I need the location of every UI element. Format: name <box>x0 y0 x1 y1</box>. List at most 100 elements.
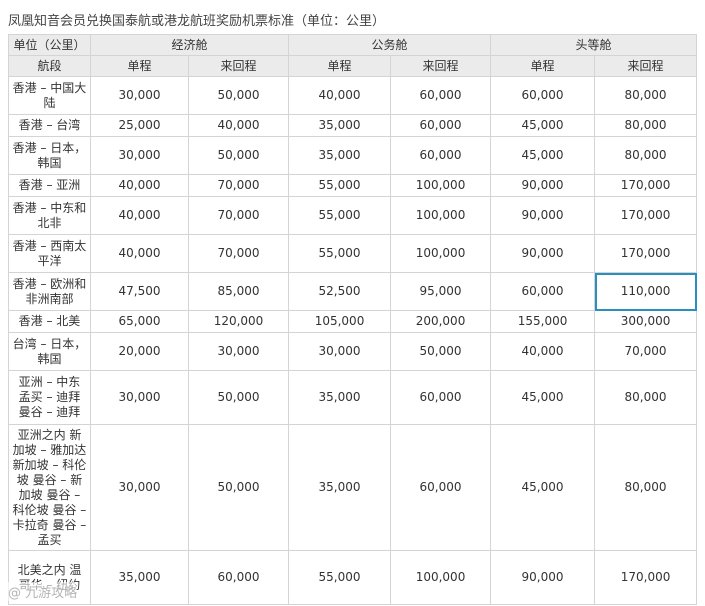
table-row: 香港 – 北美 65,000 120,000 105,000 200,000 155,00… <box>8 310 698 333</box>
miles-cell: 40,000 <box>90 196 189 235</box>
miles-cell: 40,000 <box>90 234 189 273</box>
route-cell: 香港 – 日本，韩国 <box>8 136 91 175</box>
table-row: 香港 – 亚洲 40,000 70,000 55,000 100,000 90,000 17… <box>8 174 698 197</box>
miles-cell: 35,000 <box>288 136 392 175</box>
miles-cell: 90,000 <box>490 196 596 235</box>
route-cell: 亚洲之内 新加坡 – 雅加达 新加坡 – 科伦坡 曼谷 – 新加坡 曼谷 – 科… <box>8 424 91 551</box>
miles-cell: 55,000 <box>288 550 392 605</box>
miles-cell: 80,000 <box>594 370 698 425</box>
miles-cell: 100,000 <box>390 234 492 273</box>
miles-cell: 80,000 <box>594 76 698 115</box>
subheader-row: 航段 单程 来回程 单程 来回程 单程 来回程 <box>8 55 698 77</box>
miles-cell: 170,000 <box>594 196 698 235</box>
miles-cell: 50,000 <box>187 370 290 425</box>
table-row: 北美之内 温哥华 – 纽约35,00060,00055,000100,00090… <box>8 550 698 605</box>
miles-cell: 60,000 <box>490 272 596 311</box>
miles-cell: 90,000 <box>490 550 596 605</box>
miles-cell: 90,000 <box>490 174 596 197</box>
miles-cell: 170,000 <box>594 234 698 273</box>
economy-oneway-header: 单程 <box>90 55 189 77</box>
miles-cell: 95,000 <box>390 272 492 311</box>
miles-cell: 30,000 <box>90 370 189 425</box>
header-row: 单位（公里） 经济舱 公务舱 头等舱 <box>8 34 698 56</box>
miles-cell: 155,000 <box>490 310 596 333</box>
table-row: 香港 – 欧洲和非洲南部 47,500 85,000 52,500 95,000 60,0… <box>8 272 698 311</box>
miles-cell: 45,000 <box>490 370 596 425</box>
route-cell: 香港 – 亚洲 <box>8 174 91 197</box>
watermark: @ 九游攻略 <box>8 582 78 601</box>
route-cell: 香港 – 欧洲和非洲南部 <box>8 272 91 311</box>
miles-cell: 25,000 <box>90 114 189 137</box>
route-cell: 香港 – 北美 <box>8 310 91 333</box>
table-row: 亚洲 – 中东 孟买 – 迪拜 曼谷 – 迪拜 30,000 50,000 35,00… <box>8 370 698 425</box>
miles-cell: 52,500 <box>288 272 392 311</box>
miles-cell: 35,000 <box>288 370 392 425</box>
miles-cell: 170,000 <box>594 174 698 197</box>
miles-cell: 80,000 <box>594 424 698 551</box>
table-caption: 凤凰知音会员兑换国泰航或港龙航班奖励机票标准（单位：公里） <box>8 14 386 29</box>
economy-roundtrip-header: 来回程 <box>187 55 290 77</box>
miles-cell: 30,000 <box>90 424 189 551</box>
miles-cell: 50,000 <box>187 76 290 115</box>
miles-cell: 100,000 <box>390 550 492 605</box>
business-roundtrip-header: 来回程 <box>390 55 492 77</box>
route-cell: 香港 – 中国大陆 <box>8 76 91 115</box>
table-row: 香港 – 中国大陆 30,000 50,000 40,000 60,000 60,000 8… <box>8 76 698 115</box>
miles-cell: 70,000 <box>187 174 290 197</box>
selected-miles-cell[interactable]: 110,000 <box>594 272 698 311</box>
table-row: 台湾 – 日本，韩国 20,000 30,000 30,000 50,000 40,000… <box>8 332 698 371</box>
miles-cell: 120,000 <box>187 310 290 333</box>
miles-cell: 40,000 <box>187 114 290 137</box>
miles-cell: 70,000 <box>187 196 290 235</box>
miles-cell: 60,000 <box>390 114 492 137</box>
first-header: 头等舱 <box>490 34 698 56</box>
miles-cell: 30,000 <box>288 332 392 371</box>
miles-cell: 60,000 <box>390 136 492 175</box>
miles-cell: 55,000 <box>288 174 392 197</box>
miles-cell: 35,000 <box>288 424 392 551</box>
miles-cell: 60,000 <box>390 424 492 551</box>
miles-cell: 80,000 <box>594 114 698 137</box>
miles-cell: 35,000 <box>288 114 392 137</box>
miles-cell: 300,000 <box>594 310 698 333</box>
miles-cell: 100,000 <box>390 196 492 235</box>
miles-cell: 65,000 <box>90 310 189 333</box>
miles-cell: 40,000 <box>490 332 596 371</box>
miles-cell: 45,000 <box>490 136 596 175</box>
business-header: 公务舱 <box>288 34 492 56</box>
miles-cell: 55,000 <box>288 234 392 273</box>
miles-cell: 20,000 <box>90 332 189 371</box>
miles-cell: 50,000 <box>187 424 290 551</box>
miles-cell: 100,000 <box>390 174 492 197</box>
miles-cell: 80,000 <box>594 136 698 175</box>
route-cell: 台湾 – 日本，韩国 <box>8 332 91 371</box>
miles-cell: 90,000 <box>490 234 596 273</box>
miles-cell: 60,000 <box>390 76 492 115</box>
miles-cell: 60,000 <box>187 550 290 605</box>
miles-cell: 60,000 <box>390 370 492 425</box>
miles-cell: 105,000 <box>288 310 392 333</box>
miles-cell: 70,000 <box>594 332 698 371</box>
miles-cell: 40,000 <box>288 76 392 115</box>
miles-cell: 47,500 <box>90 272 189 311</box>
miles-cell: 45,000 <box>490 424 596 551</box>
miles-cell: 170,000 <box>594 550 698 605</box>
miles-cell: 60,000 <box>490 76 596 115</box>
table-row: 香港 – 中东和北非 40,000 70,000 55,000 100,000 90,00… <box>8 196 698 235</box>
table-row: 香港 – 西南太平洋 40,000 70,000 55,000 100,000 90,00… <box>8 234 698 273</box>
miles-cell: 50,000 <box>390 332 492 371</box>
route-cell: 香港 – 台湾 <box>8 114 91 137</box>
miles-cell: 200,000 <box>390 310 492 333</box>
miles-cell: 70,000 <box>187 234 290 273</box>
table-row: 香港 – 台湾 25,000 40,000 35,000 60,000 45,000 80,… <box>8 114 698 137</box>
miles-cell: 50,000 <box>187 136 290 175</box>
table-row: 香港 – 日本，韩国 30,000 50,000 35,000 60,000 45,000… <box>8 136 698 175</box>
first-roundtrip-header: 来回程 <box>594 55 698 77</box>
route-cell: 香港 – 中东和北非 <box>8 196 91 235</box>
miles-cell: 30,000 <box>90 76 189 115</box>
route-cell: 亚洲 – 中东 孟买 – 迪拜 曼谷 – 迪拜 <box>8 370 91 425</box>
segment-header: 航段 <box>8 55 91 77</box>
miles-cell: 35,000 <box>90 550 189 605</box>
route-cell: 香港 – 西南太平洋 <box>8 234 91 273</box>
miles-cell: 85,000 <box>187 272 290 311</box>
